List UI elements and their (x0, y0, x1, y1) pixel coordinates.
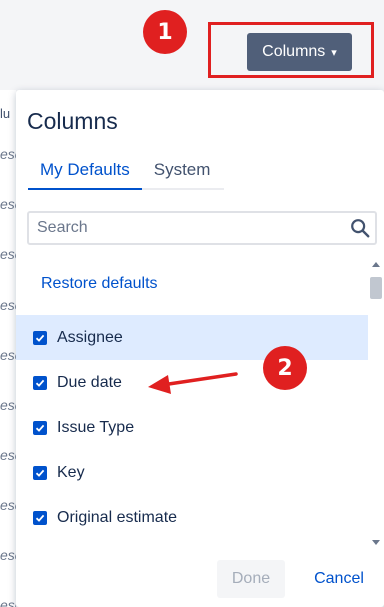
table-header-fragment: lu (0, 106, 11, 121)
cancel-button[interactable]: Cancel (308, 560, 370, 598)
table-cell-fragment: esc (0, 547, 16, 563)
annotation-badge-1: 1 (143, 10, 187, 54)
columns-button[interactable]: Columns ▾ (247, 33, 352, 71)
column-tabs: My Defaults System (28, 152, 224, 190)
column-option-key[interactable]: Key (16, 450, 368, 495)
checkbox-checked-icon[interactable] (33, 375, 47, 390)
restore-defaults-link[interactable]: Restore defaults (41, 275, 158, 293)
column-option-label: Key (57, 463, 85, 481)
search-input[interactable] (29, 213, 339, 243)
table-cell-fragment: esc (0, 447, 16, 463)
column-option-issue-type[interactable]: Issue Type (16, 405, 368, 450)
table-cell-fragment: esc (0, 297, 16, 313)
table-cell-fragment: esc (0, 497, 16, 513)
table-cell-fragment: esc (0, 146, 16, 162)
column-option-label: Assignee (57, 328, 123, 346)
list-scrollbar[interactable] (369, 260, 383, 545)
column-option-original-estimate[interactable]: Original estimate (16, 495, 368, 540)
popover-title: Columns (27, 108, 118, 134)
column-option-assignee[interactable]: Assignee (16, 315, 368, 360)
table-cell-fragment: esc (0, 196, 16, 212)
annotation-arrow-icon (148, 372, 238, 394)
scroll-down-icon[interactable] (372, 540, 380, 545)
scrollbar-thumb[interactable] (370, 277, 382, 299)
search-field (27, 211, 377, 245)
tab-my-defaults[interactable]: My Defaults (28, 152, 142, 190)
column-list: Assignee Due date Issue Type Key Origina… (16, 315, 368, 540)
columns-button-label: Columns (262, 43, 326, 60)
scroll-up-icon[interactable] (372, 262, 380, 267)
column-option-label: Original estimate (57, 508, 178, 526)
checkbox-checked-icon[interactable] (33, 330, 47, 345)
checkbox-checked-icon[interactable] (33, 465, 47, 480)
search-icon[interactable] (349, 217, 371, 239)
columns-popover: Columns My Defaults System Restore defau… (16, 90, 384, 607)
table-cell-fragment: esc (0, 397, 16, 413)
table-cell-fragment: esc (0, 246, 16, 262)
done-button[interactable]: Done (217, 560, 285, 598)
chevron-down-icon: ▾ (331, 46, 337, 59)
column-option-label: Due date (57, 373, 122, 391)
table-cell-fragment: esc (0, 597, 16, 607)
checkbox-checked-icon[interactable] (33, 510, 47, 525)
table-cell-fragment: esc (0, 347, 16, 363)
checkbox-checked-icon[interactable] (33, 420, 47, 435)
tab-system[interactable]: System (142, 152, 223, 188)
column-option-label: Issue Type (57, 418, 135, 436)
annotation-badge-2: 2 (263, 346, 307, 390)
